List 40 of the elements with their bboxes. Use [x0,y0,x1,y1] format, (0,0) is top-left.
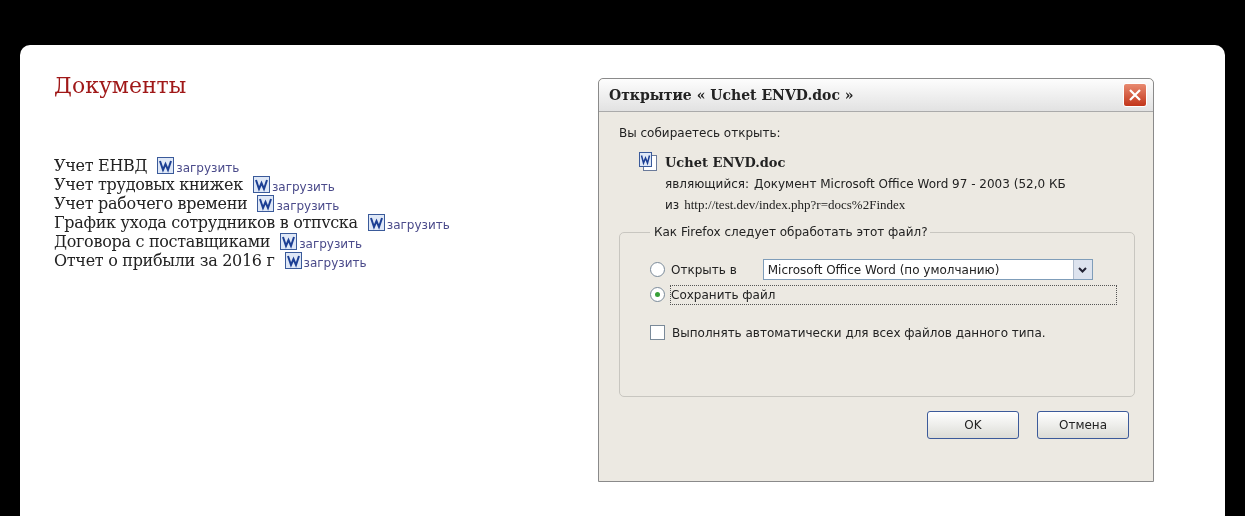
intro-text: Вы собираетесь открыть: [619,126,782,140]
word-document-icon [284,252,302,269]
download-link[interactable]: загрузить [176,156,240,175]
option-label[interactable]: Сохранить файл [671,285,1116,304]
type-label: являющийся: [665,177,750,191]
source-url: http://test.dev/index.php?r=docs%2Findex [684,197,906,212]
close-button[interactable] [1123,83,1147,107]
type-value: Документ Microsoft Office Word 97 - 2003 (52,0 КБ [754,177,1066,191]
word-document-icon [639,152,659,172]
document-name: Отчет о прибыли за 2016 г [54,251,275,270]
page-title: Документы [54,73,188,98]
chevron-down-icon [1078,266,1088,273]
file-name: Uchet ENVD.doc [665,154,786,170]
window-title: Открытие « Uchet ENVD.doc » [609,87,854,103]
checkbox-label[interactable]: Выполнять автоматически для всех файлов данного типа. [672,325,1046,340]
option-label[interactable]: Открыть в [671,262,737,277]
word-document-icon [280,233,298,250]
word-document-icon [257,195,275,212]
word-document-icon [367,214,385,231]
checkbox[interactable] [650,325,665,340]
download-link[interactable]: загрузить [303,251,367,270]
word-document-icon [157,157,175,174]
word-document-icon [252,176,270,193]
download-link[interactable]: загрузить [386,213,450,232]
document-name: Учет рабочего времени [54,194,248,213]
application-dropdown[interactable]: Microsoft Office Word (по умолчанию) [762,259,1093,280]
download-link[interactable]: загрузить [271,175,335,194]
group-title: Как Firefox следует обработать этот файл? [653,225,929,239]
cancel-button[interactable]: Отмена [1037,411,1129,439]
download-link[interactable]: загрузить [299,232,363,251]
radio-button[interactable] [650,287,665,302]
download-link[interactable]: загрузить [276,194,340,213]
document-name: Учет трудовых книжек [54,175,243,194]
close-icon [1129,89,1141,101]
ok-button[interactable]: OK [927,411,1019,439]
document-name: Договора с поставщиками [54,232,271,251]
source-label: из [665,198,680,212]
radio-button[interactable] [650,262,665,277]
document-name: График ухода сотрудников в отпvcка [54,213,358,232]
document-name: Учет ЕНВД [54,156,148,175]
